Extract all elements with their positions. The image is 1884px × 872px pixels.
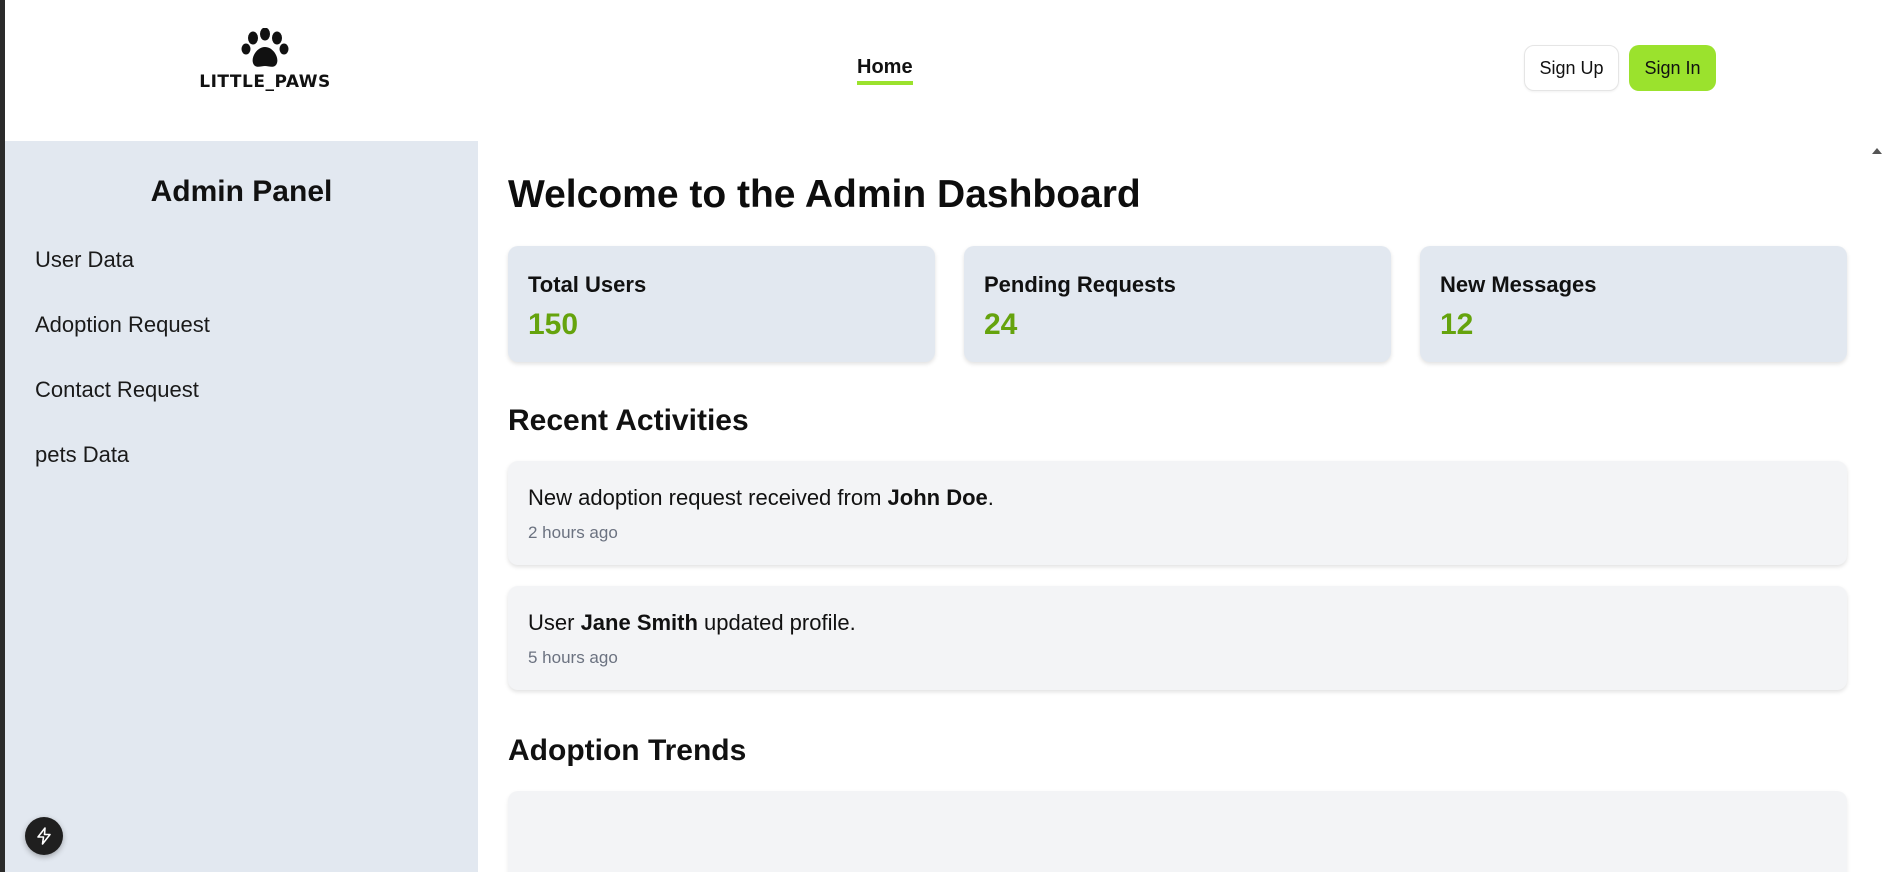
stat-value: 24	[984, 308, 1018, 341]
sidebar-title: Admin Panel	[150, 175, 333, 208]
logo-text: LITTLE_PAWS	[199, 72, 331, 92]
scrollbar-up-arrow-icon[interactable]	[1872, 148, 1882, 154]
activity-suffix: .	[987, 485, 994, 510]
adoption-trends-title: Adoption Trends	[508, 734, 747, 767]
stat-label: New Messages	[1440, 272, 1597, 297]
sign-in-button[interactable]: Sign In	[1629, 45, 1716, 91]
activity-text: User Jane Smith updated profile.	[528, 610, 856, 636]
paw-icon	[241, 28, 289, 67]
recent-activities-title: Recent Activities	[508, 404, 749, 437]
activity-prefix: New adoption request received from	[528, 485, 888, 510]
site-logo[interactable]: LITTLE_PAWS	[199, 28, 330, 100]
sidebar-item-user-data[interactable]: User Data	[35, 247, 134, 273]
activity-suffix: updated profile.	[697, 610, 856, 635]
stat-card-total-users: Total Users 150	[508, 246, 935, 362]
stat-value: 150	[528, 308, 579, 341]
stat-label: Pending Requests	[984, 272, 1176, 297]
sidebar-item-pets-data[interactable]: pets Data	[35, 442, 129, 468]
sign-up-button[interactable]: Sign Up	[1524, 45, 1619, 91]
bolt-icon	[37, 827, 51, 845]
activity-user-name: John Doe	[887, 485, 988, 510]
sidebar-item-adoption-request[interactable]: Adoption Request	[35, 312, 210, 338]
stat-label: Total Users	[528, 272, 647, 297]
nav-home-link[interactable]: Home	[857, 56, 913, 85]
sidebar-item-contact-request[interactable]: Contact Request	[35, 377, 199, 403]
top-header: LITTLE_PAWS Home Sign Up Sign In	[5, 0, 1884, 141]
stat-card-pending-requests: Pending Requests 24	[964, 246, 1391, 362]
stat-value: 12	[1440, 308, 1474, 341]
adoption-trends-chart	[508, 791, 1847, 872]
admin-sidebar: Admin Panel User Data Adoption Request C…	[5, 141, 478, 872]
quick-action-button[interactable]	[25, 817, 63, 855]
page-title: Welcome to the Admin Dashboard	[508, 173, 1141, 216]
activity-text: New adoption request received from John …	[528, 485, 994, 511]
activity-time: 2 hours ago	[528, 523, 618, 542]
dashboard-main: Welcome to the Admin Dashboard Total Use…	[478, 141, 1884, 872]
activity-item: New adoption request received from John …	[508, 461, 1847, 565]
activity-item: User Jane Smith updated profile. 5 hours…	[508, 586, 1847, 690]
activity-time: 5 hours ago	[528, 648, 618, 667]
stat-card-new-messages: New Messages 12	[1420, 246, 1847, 362]
activity-user-name: Jane Smith	[580, 610, 698, 635]
activity-prefix: User	[528, 610, 581, 635]
